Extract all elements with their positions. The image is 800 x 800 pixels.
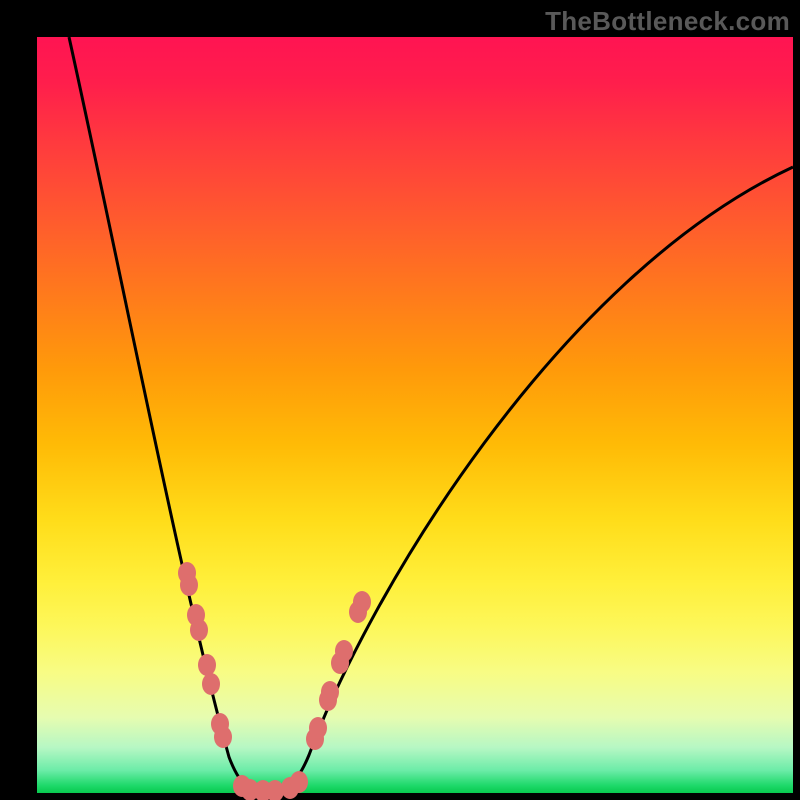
data-marker xyxy=(335,640,353,662)
data-marker xyxy=(202,673,220,695)
data-marker xyxy=(190,619,208,641)
chart-frame: TheBottleneck.com xyxy=(0,0,800,800)
data-marker xyxy=(214,726,232,748)
data-marker xyxy=(198,654,216,676)
data-marker xyxy=(180,574,198,596)
data-marker xyxy=(321,681,339,703)
watermark-text: TheBottleneck.com xyxy=(545,6,790,37)
chart-overlay xyxy=(37,37,793,793)
data-marker xyxy=(290,771,308,793)
data-marker xyxy=(309,717,327,739)
bottleneck-curve xyxy=(69,37,793,793)
data-marker xyxy=(353,591,371,613)
